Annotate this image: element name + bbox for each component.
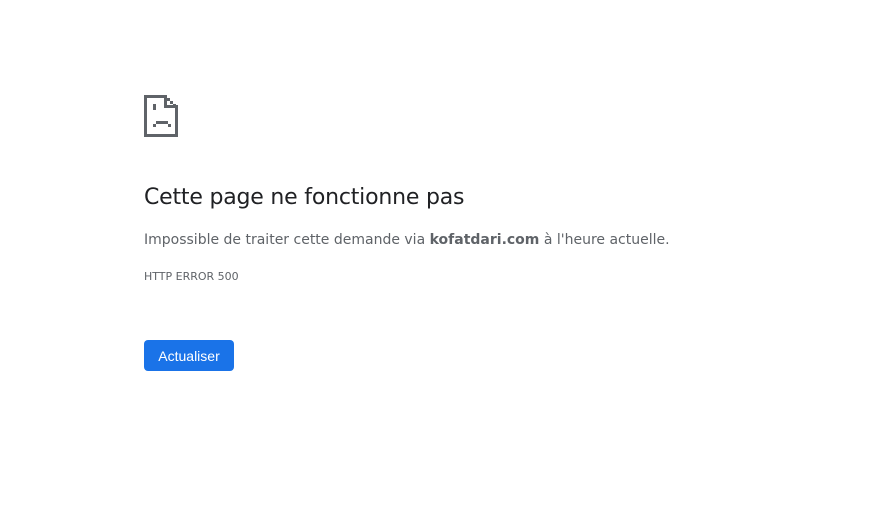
error-message: Impossible de traiter cette demande via … xyxy=(144,232,670,248)
page-title: Cette page ne fonctionne pas xyxy=(144,185,465,210)
sad-page-icon xyxy=(144,95,178,137)
error-code: HTTP ERROR 500 xyxy=(144,270,239,283)
domain-name: kofatdari.com xyxy=(429,232,540,248)
reload-button[interactable]: Actualiser xyxy=(144,340,234,371)
message-suffix: à l'heure actuelle. xyxy=(539,232,670,248)
message-prefix: Impossible de traiter cette demande via xyxy=(144,232,430,248)
